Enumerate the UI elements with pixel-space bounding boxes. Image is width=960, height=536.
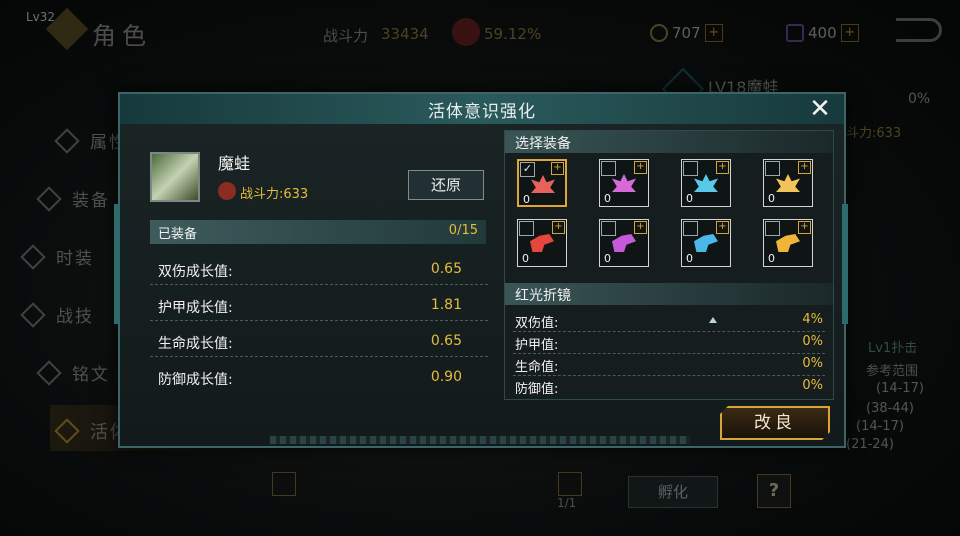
- dialog-header: 活体意识强化 ✕: [120, 94, 844, 124]
- equipment-slot[interactable]: +0: [763, 219, 813, 267]
- stat-row: 护甲成长值: 1.81: [150, 290, 488, 321]
- equipped-count: 0/15: [448, 223, 478, 238]
- claw-gem-icon: [776, 234, 800, 252]
- bonus-row: 生命值: 0%: [513, 353, 825, 376]
- slot-count: 0: [604, 192, 611, 205]
- claw-gem-icon: [612, 234, 636, 252]
- power-icon: [218, 182, 236, 200]
- section-title: 选择装备: [515, 136, 571, 152]
- dialog-edge-decoration: [114, 204, 120, 324]
- slot-count: 0: [604, 252, 611, 265]
- equipment-slot[interactable]: +0: [681, 219, 731, 267]
- slot-checkbox[interactable]: [519, 221, 534, 236]
- claw-gem-icon: [530, 234, 554, 252]
- checkmark-icon[interactable]: ✓: [520, 162, 535, 177]
- stat-row: 生命成长值: 0.65: [150, 326, 488, 357]
- creature-portrait: [150, 152, 200, 202]
- stat-row: 防御成长值: 0.90: [150, 362, 488, 392]
- slot-count: 0: [522, 252, 529, 265]
- slot-count: 0: [768, 252, 775, 265]
- equipment-select-panel: 选择装备 + ✓ 0 +0 +0 +0 +0 +0 +0 +0 红光折镜 双伤值: 4% 护甲值:…: [504, 130, 834, 400]
- decorative-strip: [270, 436, 690, 444]
- bonus-label: 生命值:: [515, 360, 559, 375]
- creature-power-value: 战斗力:633: [240, 187, 309, 202]
- crystal-gem-icon: [531, 175, 555, 193]
- slot-add-button[interactable]: +: [551, 162, 564, 175]
- stat-value: 1.81: [430, 297, 462, 313]
- stat-label: 双伤成长值:: [158, 264, 233, 280]
- slot-checkbox[interactable]: [765, 221, 780, 236]
- equipped-label: 已装备: [158, 227, 198, 242]
- stat-row: 双伤成长值: 0.65: [150, 254, 488, 285]
- bonus-value: 0%: [802, 378, 823, 393]
- equipment-slot[interactable]: +0: [599, 219, 649, 267]
- crystal-gem-icon: [694, 174, 718, 192]
- creature-name: 魔蛙: [218, 154, 251, 173]
- stat-value: 0.65: [430, 333, 462, 349]
- stat-value: 0.90: [430, 369, 462, 385]
- stat-label: 护甲成长值:: [158, 300, 233, 316]
- slot-add-button[interactable]: +: [716, 221, 729, 234]
- arrow-up-icon: [709, 317, 717, 323]
- slot-add-button[interactable]: +: [798, 221, 811, 234]
- slot-checkbox[interactable]: [601, 221, 616, 236]
- slot-checkbox[interactable]: [601, 161, 616, 176]
- slot-count: 0: [686, 192, 693, 205]
- bonus-value: 4%: [802, 312, 823, 327]
- crystal-gem-icon: [776, 174, 800, 192]
- section-title: 红光折镜: [515, 288, 571, 304]
- equipment-slot[interactable]: +0: [763, 159, 813, 207]
- bonus-value: 0%: [802, 356, 823, 371]
- slot-count: 0: [523, 193, 530, 206]
- dialog-title: 活体意识强化: [428, 102, 536, 122]
- equipment-slot[interactable]: +0: [517, 219, 567, 267]
- slot-count: 0: [768, 192, 775, 205]
- bonus-value: 0%: [802, 334, 823, 349]
- stat-value: 0.65: [430, 261, 462, 277]
- slot-count: 0: [686, 252, 693, 265]
- restore-button[interactable]: 还原: [408, 170, 484, 200]
- lens-header: 红光折镜: [505, 283, 833, 305]
- slot-checkbox[interactable]: [683, 161, 698, 176]
- slot-add-button[interactable]: +: [552, 221, 565, 234]
- improve-button[interactable]: 改良: [720, 406, 830, 440]
- stat-label: 防御成长值:: [158, 372, 233, 388]
- slot-checkbox[interactable]: [683, 221, 698, 236]
- slot-add-button[interactable]: +: [634, 221, 647, 234]
- bonus-row: 防御值: 0%: [513, 375, 825, 397]
- dialog-edge-decoration: [842, 204, 848, 324]
- bonus-row: 双伤值: 4%: [513, 309, 825, 332]
- slot-add-button[interactable]: +: [634, 161, 647, 174]
- close-icon[interactable]: ✕: [806, 96, 834, 124]
- slot-add-button[interactable]: +: [716, 161, 729, 174]
- crystal-gem-icon: [612, 174, 636, 192]
- select-equipment-header: 选择装备: [505, 131, 833, 153]
- equipment-slot[interactable]: + ✓ 0: [517, 159, 567, 207]
- bonus-label: 防御值:: [515, 382, 559, 397]
- equipped-header: 已装备 0/15: [150, 220, 486, 244]
- bonus-label: 双伤值:: [515, 316, 559, 331]
- claw-gem-icon: [694, 234, 718, 252]
- enhance-dialog: 活体意识强化 ✕ 魔蛙 战斗力:633 还原 已装备 0/15 双伤成长值: 0…: [114, 92, 848, 448]
- bonus-row: 护甲值: 0%: [513, 331, 825, 354]
- slot-checkbox[interactable]: [765, 161, 780, 176]
- slot-add-button[interactable]: +: [798, 161, 811, 174]
- bonus-label: 护甲值:: [515, 338, 559, 353]
- equipment-slot[interactable]: +0: [599, 159, 649, 207]
- stat-label: 生命成长值:: [158, 336, 233, 352]
- equipment-slot[interactable]: +0: [681, 159, 731, 207]
